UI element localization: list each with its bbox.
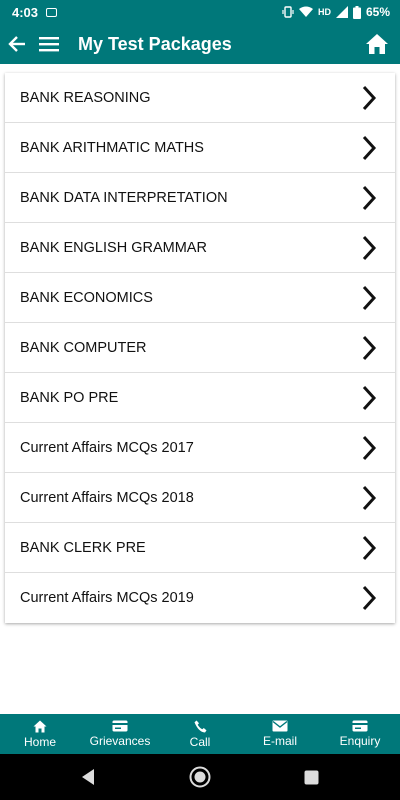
chevron-right-icon	[359, 184, 379, 212]
card-icon	[352, 720, 368, 732]
system-back-icon[interactable]	[77, 766, 99, 788]
package-item[interactable]: BANK REASONING	[5, 73, 395, 123]
status-bar: 4:03 HD 65%	[0, 0, 400, 24]
nav-enquiry-label: Enquiry	[339, 734, 381, 748]
chevron-right-icon	[359, 84, 379, 112]
bottom-nav: Home Grievances Call E-mail Enquiry	[0, 714, 400, 754]
nav-call[interactable]: Call	[160, 714, 240, 754]
package-label: Current Affairs MCQs 2017	[20, 439, 194, 456]
package-item[interactable]: Current Affairs MCQs 2018	[5, 473, 395, 523]
nav-grievances-label: Grievances	[89, 734, 151, 748]
home-icon	[33, 720, 47, 732]
system-recents-icon[interactable]	[300, 766, 322, 788]
package-item[interactable]: BANK DATA INTERPRETATION	[5, 173, 395, 223]
package-label: BANK PO PRE	[20, 389, 119, 406]
nav-home-label: Home	[23, 734, 56, 749]
battery-icon	[352, 5, 361, 19]
notification-icon	[46, 7, 58, 17]
package-item[interactable]: BANK ARITHMATIC MATHS	[5, 123, 395, 173]
nav-home[interactable]: Home	[0, 714, 80, 754]
nav-email[interactable]: E-mail	[240, 714, 320, 754]
battery-percent: 65%	[365, 5, 390, 19]
status-icons: HD 65%	[282, 5, 390, 19]
chevron-right-icon	[359, 584, 379, 612]
package-item[interactable]: BANK ENGLISH GRAMMAR	[5, 223, 395, 273]
chevron-right-icon	[359, 134, 379, 162]
chevron-right-icon	[359, 534, 379, 562]
status-time: 4:03	[12, 4, 39, 20]
page-title: My Test Packages	[78, 33, 232, 54]
back-arrow-icon[interactable]	[6, 33, 28, 55]
hamburger-menu-icon[interactable]	[38, 33, 60, 55]
package-list: BANK REASONING BANK ARITHMATIC MATHS BAN…	[5, 73, 395, 623]
nav-enquiry[interactable]: Enquiry	[320, 714, 400, 754]
signal-icon	[335, 6, 348, 18]
package-label: BANK REASONING	[20, 89, 151, 106]
package-label: BANK ENGLISH GRAMMAR	[20, 239, 207, 256]
chevron-right-icon	[359, 284, 379, 312]
mail-icon	[272, 720, 288, 732]
package-item[interactable]: BANK CLERK PRE	[5, 523, 395, 573]
nav-call-label: Call	[189, 734, 211, 749]
package-label: Current Affairs MCQs 2019	[20, 590, 194, 606]
package-label: BANK ARITHMATIC MATHS	[20, 139, 204, 156]
package-label: BANK CLERK PRE	[20, 539, 146, 556]
chevron-right-icon	[359, 434, 379, 462]
system-home-icon[interactable]	[189, 766, 211, 788]
package-label: BANK ECONOMICS	[20, 289, 153, 306]
package-item[interactable]: BANK COMPUTER	[5, 323, 395, 373]
app-bar: My Test Packages	[0, 24, 400, 64]
package-label: Current Affairs MCQs 2018	[20, 489, 194, 506]
nav-email-label: E-mail	[262, 734, 297, 748]
package-label: BANK DATA INTERPRETATION	[20, 189, 228, 206]
phone-icon	[194, 720, 206, 732]
chevron-right-icon	[359, 384, 379, 412]
nav-grievances[interactable]: Grievances	[80, 714, 160, 754]
package-item[interactable]: BANK ECONOMICS	[5, 273, 395, 323]
package-item[interactable]: BANK PO PRE	[5, 373, 395, 423]
card-icon	[112, 720, 128, 732]
network-type: HD	[317, 7, 331, 17]
vibrate-icon	[282, 6, 294, 18]
package-item[interactable]: Current Affairs MCQs 2019	[5, 573, 395, 623]
chevron-right-icon	[359, 234, 379, 262]
package-item[interactable]: Current Affairs MCQs 2017	[5, 423, 395, 473]
wifi-icon	[298, 6, 313, 17]
package-label: BANK COMPUTER	[20, 339, 147, 356]
home-icon[interactable]	[364, 31, 390, 57]
chevron-right-icon	[359, 334, 379, 362]
system-nav-bar	[0, 754, 400, 800]
chevron-right-icon	[359, 484, 379, 512]
